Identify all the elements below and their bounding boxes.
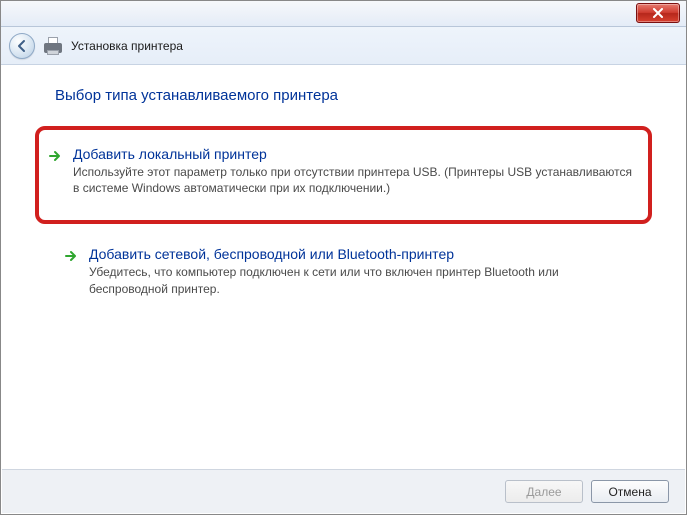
option-add-network-printer[interactable]: Добавить сетевой, беспроводной или Bluet… <box>55 232 632 312</box>
cancel-button[interactable]: Отмена <box>591 480 669 503</box>
option-title: Добавить локальный принтер <box>73 146 634 162</box>
option-add-local-printer[interactable]: Добавить локальный принтер Используйте э… <box>35 126 652 224</box>
next-button: Далее <box>505 480 583 503</box>
close-icon <box>652 8 664 18</box>
page-heading: Выбор типа устанавливаемого принтера <box>55 87 632 104</box>
back-arrow-icon <box>15 39 29 53</box>
arrow-right-icon <box>63 248 79 264</box>
printer-icon <box>43 37 63 55</box>
wizard-header: Установка принтера <box>1 27 686 65</box>
header-title: Установка принтера <box>71 39 183 53</box>
titlebar <box>1 1 686 27</box>
option-title: Добавить сетевой, беспроводной или Bluet… <box>89 246 618 262</box>
footer: Далее Отмена <box>2 469 685 513</box>
options-list: Добавить локальный принтер Используйте э… <box>55 126 632 313</box>
option-desc: Убедитесь, что компьютер подключен к сет… <box>89 264 618 296</box>
back-button[interactable] <box>9 33 35 59</box>
content-area: Выбор типа устанавливаемого принтера Доб… <box>1 65 686 313</box>
close-button[interactable] <box>636 3 680 23</box>
option-desc: Используйте этот параметр только при отс… <box>73 164 634 196</box>
arrow-right-icon <box>47 148 63 164</box>
